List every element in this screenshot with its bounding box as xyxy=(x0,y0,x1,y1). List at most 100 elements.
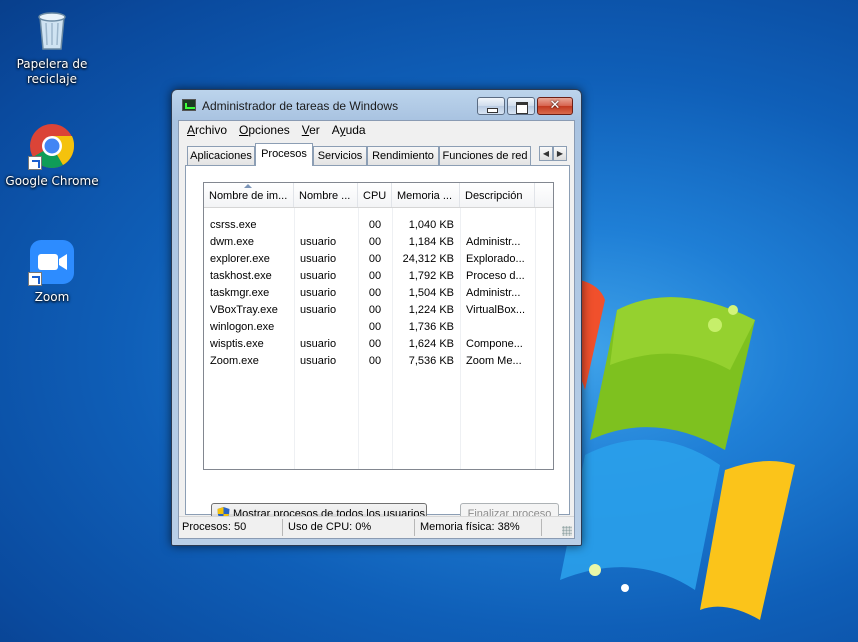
process-user-name: usuario xyxy=(300,270,337,282)
process-memory: 24,312 KB xyxy=(402,253,454,265)
process-user-name: usuario xyxy=(300,236,337,248)
status-bar: Procesos: 50 Uso de CPU: 0% Memoria físi… xyxy=(179,516,574,538)
tab-aplicaciones[interactable]: Aplicaciones xyxy=(187,146,255,165)
process-memory: 1,504 KB xyxy=(408,287,454,299)
tab-funciones-de-red[interactable]: Funciones de red xyxy=(439,146,531,165)
zoom-icon xyxy=(28,238,76,286)
tab-rendimiento[interactable]: Rendimiento xyxy=(367,146,439,165)
table-row[interactable]: taskhost.exe usuario 00 1,792 KB Proceso d..… xyxy=(204,267,553,284)
status-physical-memory: Memoria física: 38% xyxy=(420,521,520,533)
process-cpu: 00 xyxy=(368,355,382,367)
process-image-name: wisptis.exe xyxy=(210,338,264,350)
process-image-name: taskhost.exe xyxy=(210,270,272,282)
process-image-name: Zoom.exe xyxy=(210,355,259,367)
process-description: Proceso d... xyxy=(466,270,525,282)
column-header-image-name[interactable]: Nombre de im... xyxy=(204,183,294,207)
process-cpu: 00 xyxy=(368,236,382,248)
table-row[interactable]: wisptis.exe usuario 00 1,624 KB Compone... xyxy=(204,335,553,352)
processes-panel: Nombre de im... Nombre ... CPU Memoria .… xyxy=(185,165,570,515)
menu-ayuda[interactable]: Ayuda xyxy=(326,121,372,139)
process-list[interactable]: Nombre de im... Nombre ... CPU Memoria .… xyxy=(203,182,554,470)
process-user-name: usuario xyxy=(300,338,337,350)
maximize-button[interactable] xyxy=(507,97,535,115)
windows-logo-wallpaper xyxy=(560,280,795,620)
process-description: Zoom Me... xyxy=(466,355,522,367)
table-row[interactable]: taskmgr.exe usuario 00 1,504 KB Administr... xyxy=(204,284,553,301)
process-cpu: 00 xyxy=(368,321,382,333)
task-manager-window: Administrador de tareas de Windows ✕ Arc… xyxy=(171,89,582,546)
shortcut-arrow-icon xyxy=(28,272,42,286)
process-cpu: 00 xyxy=(368,338,382,350)
minimize-button[interactable] xyxy=(477,97,505,115)
status-separator xyxy=(541,519,542,536)
window-title: Administrador de tareas de Windows xyxy=(202,99,399,113)
status-separator xyxy=(282,519,283,536)
task-manager-icon xyxy=(182,99,196,111)
process-memory: 7,536 KB xyxy=(408,355,454,367)
process-memory: 1,224 KB xyxy=(408,304,454,316)
close-button[interactable]: ✕ xyxy=(537,97,573,115)
column-header-memory[interactable]: Memoria ... xyxy=(392,183,460,207)
desktop-icon-zoom[interactable]: Zoom xyxy=(4,238,100,305)
status-cpu-usage: Uso de CPU: 0% xyxy=(288,521,372,533)
tab-procesos[interactable]: Procesos xyxy=(255,143,313,166)
table-row[interactable]: dwm.exe usuario 00 1,184 KB Administr... xyxy=(204,233,553,250)
desktop-icon-google-chrome[interactable]: Google Chrome xyxy=(4,122,100,189)
process-cpu: 00 xyxy=(368,253,382,265)
table-row[interactable]: VBoxTray.exe usuario 00 1,224 KB VirtualBox.… xyxy=(204,301,553,318)
status-separator xyxy=(414,519,415,536)
process-memory: 1,040 KB xyxy=(408,219,454,231)
process-cpu: 00 xyxy=(368,287,382,299)
column-header-description[interactable]: Descripción xyxy=(460,183,535,207)
process-list-header: Nombre de im... Nombre ... CPU Memoria .… xyxy=(204,183,553,208)
process-memory: 1,736 KB xyxy=(408,321,454,333)
process-description: Compone... xyxy=(466,338,523,350)
process-memory: 1,184 KB xyxy=(408,236,454,248)
recycle-bin-icon xyxy=(28,5,76,53)
maximize-icon xyxy=(508,98,534,114)
tab-servicios[interactable]: Servicios xyxy=(313,146,367,165)
table-row[interactable]: csrss.exe 00 1,040 KB xyxy=(204,216,553,233)
resize-grip[interactable] xyxy=(562,526,572,536)
menu-opciones[interactable]: Opciones xyxy=(233,121,296,139)
column-header-cpu[interactable]: CPU xyxy=(358,183,392,207)
process-image-name: winlogon.exe xyxy=(210,321,275,333)
process-description: Administr... xyxy=(466,287,521,299)
minimize-icon xyxy=(478,98,504,114)
desktop-icon-label: Google Chrome xyxy=(5,174,99,188)
title-bar[interactable]: Administrador de tareas de Windows ✕ xyxy=(172,90,581,120)
process-description: Administr... xyxy=(466,236,521,248)
table-row[interactable]: explorer.exe usuario 00 24,312 KB Explorado.… xyxy=(204,250,553,267)
process-image-name: dwm.exe xyxy=(210,236,255,248)
menu-ver[interactable]: Ver xyxy=(296,121,326,139)
desktop-icon-label: Zoom xyxy=(34,290,70,304)
tab-strip: Aplicaciones Procesos Servicios Rendimie… xyxy=(185,143,575,166)
process-image-name: explorer.exe xyxy=(210,253,270,265)
shortcut-arrow-icon xyxy=(28,156,42,170)
menu-bar: Archivo Opciones Ver Ayuda xyxy=(179,121,574,139)
column-header-user-name[interactable]: Nombre ... xyxy=(294,183,358,207)
tab-scroll-right-button[interactable]: ▶ xyxy=(553,146,567,161)
desktop-icon-label: Papelera de reciclaje xyxy=(16,57,88,86)
status-process-count: Procesos: 50 xyxy=(182,521,247,533)
process-user-name: usuario xyxy=(300,287,337,299)
desktop-icon-recycle-bin[interactable]: Papelera de reciclaje xyxy=(4,5,100,87)
process-user-name: usuario xyxy=(300,253,337,265)
tab-scroll-left-button[interactable]: ◀ xyxy=(539,146,553,161)
process-cpu: 00 xyxy=(368,219,382,231)
process-image-name: csrss.exe xyxy=(210,219,257,231)
process-cpu: 00 xyxy=(368,270,382,282)
table-row[interactable]: Zoom.exe usuario 00 7,536 KB Zoom Me... xyxy=(204,352,553,369)
chrome-icon xyxy=(28,122,76,170)
process-memory: 1,792 KB xyxy=(408,270,454,282)
process-memory: 1,624 KB xyxy=(408,338,454,350)
menu-archivo[interactable]: Archivo xyxy=(181,121,233,139)
process-description: Explorado... xyxy=(466,253,525,265)
process-user-name: usuario xyxy=(300,355,337,367)
table-row[interactable]: winlogon.exe 00 1,736 KB xyxy=(204,318,553,335)
process-image-name: VBoxTray.exe xyxy=(210,304,278,316)
window-client-area: Archivo Opciones Ver Ayuda Aplicaciones … xyxy=(178,120,575,539)
process-rows: csrss.exe 00 1,040 KB dwm.exe usuario 00 1,184… xyxy=(204,208,553,369)
process-description: VirtualBox... xyxy=(466,304,526,316)
process-image-name: taskmgr.exe xyxy=(210,287,270,299)
